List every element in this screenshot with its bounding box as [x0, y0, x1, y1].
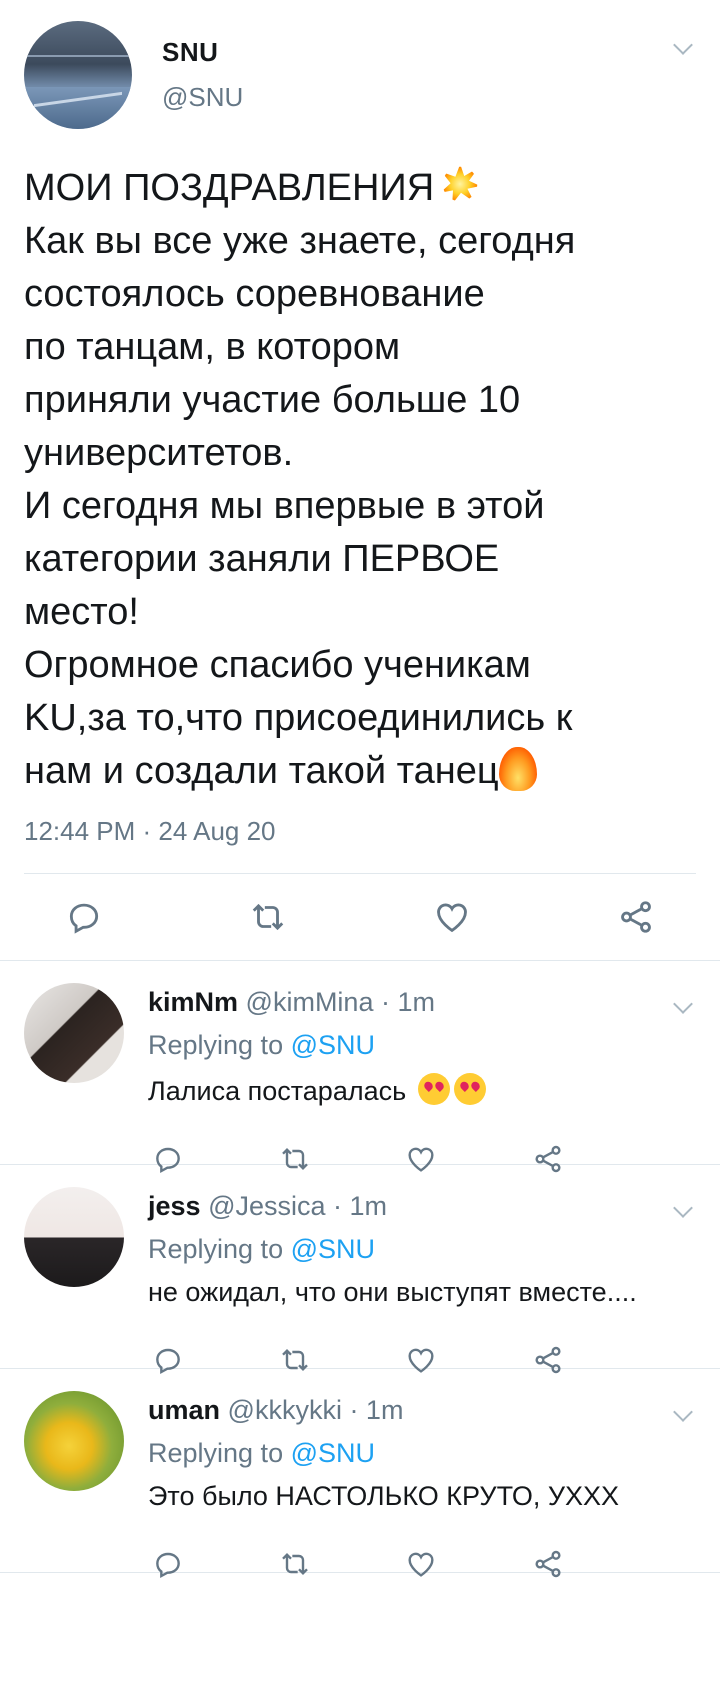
- reply-meta: @kkkykki · 1m: [227, 1395, 404, 1425]
- share-icon[interactable]: [528, 1544, 568, 1584]
- reply-author-name[interactable]: uman: [148, 1395, 220, 1425]
- reply-text: Это было НАСТОЛЬКО КРУТО, УХХХ: [148, 1481, 696, 1512]
- collision-emoji: [440, 164, 481, 204]
- reply-text-content: не ожидал, что они выступят вместе....: [148, 1277, 637, 1307]
- reply-icon[interactable]: [64, 897, 104, 937]
- reply-author-name[interactable]: kimNm: [148, 987, 238, 1017]
- tweet-line: университетов.: [24, 432, 294, 474]
- avatar[interactable]: [24, 21, 132, 129]
- tweet-line: KU,за то,что присоединились к: [24, 697, 573, 739]
- retweet-icon[interactable]: [275, 1544, 315, 1584]
- tweet-line: состоялось соревнование: [24, 273, 485, 315]
- main-tweet: SNU @SNU МОИ ПОЗДРАВЛЕНИЯ Как вы все уже…: [0, 0, 720, 960]
- tweet-actions: [24, 874, 696, 960]
- reply-text-content: Лалиса постаралась: [148, 1076, 407, 1106]
- tweet-line: место!: [24, 591, 139, 633]
- like-icon[interactable]: [432, 897, 472, 937]
- mention-link[interactable]: @SNU: [291, 1030, 375, 1060]
- reply-icon[interactable]: [148, 1544, 188, 1584]
- avatar[interactable]: [24, 1391, 124, 1491]
- replying-to-label: Replying to: [148, 1030, 284, 1060]
- reply-tweet[interactable]: jess @Jessica · 1m Replying to @SNU не о…: [0, 1165, 720, 1375]
- author-handle[interactable]: @SNU: [162, 82, 243, 113]
- tweet-line: И сегодня мы впервые в этой: [24, 485, 545, 527]
- reply-actions: [148, 1544, 568, 1584]
- reply-tweet[interactable]: uman @kkkykki · 1m Replying to @SNU Это …: [0, 1369, 720, 1579]
- tweet-line: МОИ ПОЗДРАВЛЕНИЯ: [24, 167, 435, 209]
- replying-to-label: Replying to: [148, 1234, 284, 1264]
- tweet-timestamp[interactable]: 12:44 PM · 24 Aug 20: [24, 816, 696, 847]
- tweet-line: Огромное спасибо ученикам: [24, 644, 531, 686]
- reply-text-content: Это было НАСТОЛЬКО КРУТО, УХХХ: [148, 1481, 620, 1511]
- author-name[interactable]: SNU: [162, 37, 243, 68]
- reply-meta: @Jessica · 1m: [208, 1191, 388, 1221]
- share-icon[interactable]: [616, 897, 656, 937]
- replying-to-label: Replying to: [148, 1438, 284, 1468]
- avatar[interactable]: [24, 983, 124, 1083]
- reply-meta: @kimMina · 1m: [245, 987, 435, 1017]
- replying-to: Replying to @SNU: [148, 1234, 696, 1265]
- reply-text: не ожидал, что они выступят вместе....: [148, 1277, 696, 1308]
- replying-to: Replying to @SNU: [148, 1030, 696, 1061]
- tweet-line: по танцам, в котором: [24, 326, 401, 368]
- fire-emoji: [498, 747, 537, 791]
- retweet-icon[interactable]: [248, 897, 288, 937]
- tweet-text: МОИ ПОЗДРАВЛЕНИЯ Как вы все уже знаете, …: [24, 162, 696, 798]
- avatar[interactable]: [24, 1187, 124, 1287]
- heart-eyes-emoji: [417, 1073, 450, 1105]
- mention-link[interactable]: @SNU: [291, 1438, 375, 1468]
- tweet-line: категории заняли ПЕРВОЕ: [24, 538, 500, 580]
- reply-tweet[interactable]: kimNm @kimMina · 1m Replying to @SNU Лал…: [0, 961, 720, 1174]
- tweet-line: нам и создали такой танец: [24, 750, 499, 792]
- tweet-line: Как вы все уже знаете, сегодня: [24, 220, 576, 262]
- heart-eyes-emoji: [453, 1073, 486, 1105]
- tweet-line: приняли участие больше 10: [24, 379, 521, 421]
- tweet-header: SNU @SNU: [24, 20, 696, 130]
- mention-link[interactable]: @SNU: [291, 1234, 375, 1264]
- reply-author-name[interactable]: jess: [148, 1191, 201, 1221]
- reply-text: Лалиса постаралась: [148, 1073, 696, 1107]
- replying-to: Replying to @SNU: [148, 1438, 696, 1469]
- like-icon[interactable]: [401, 1544, 441, 1584]
